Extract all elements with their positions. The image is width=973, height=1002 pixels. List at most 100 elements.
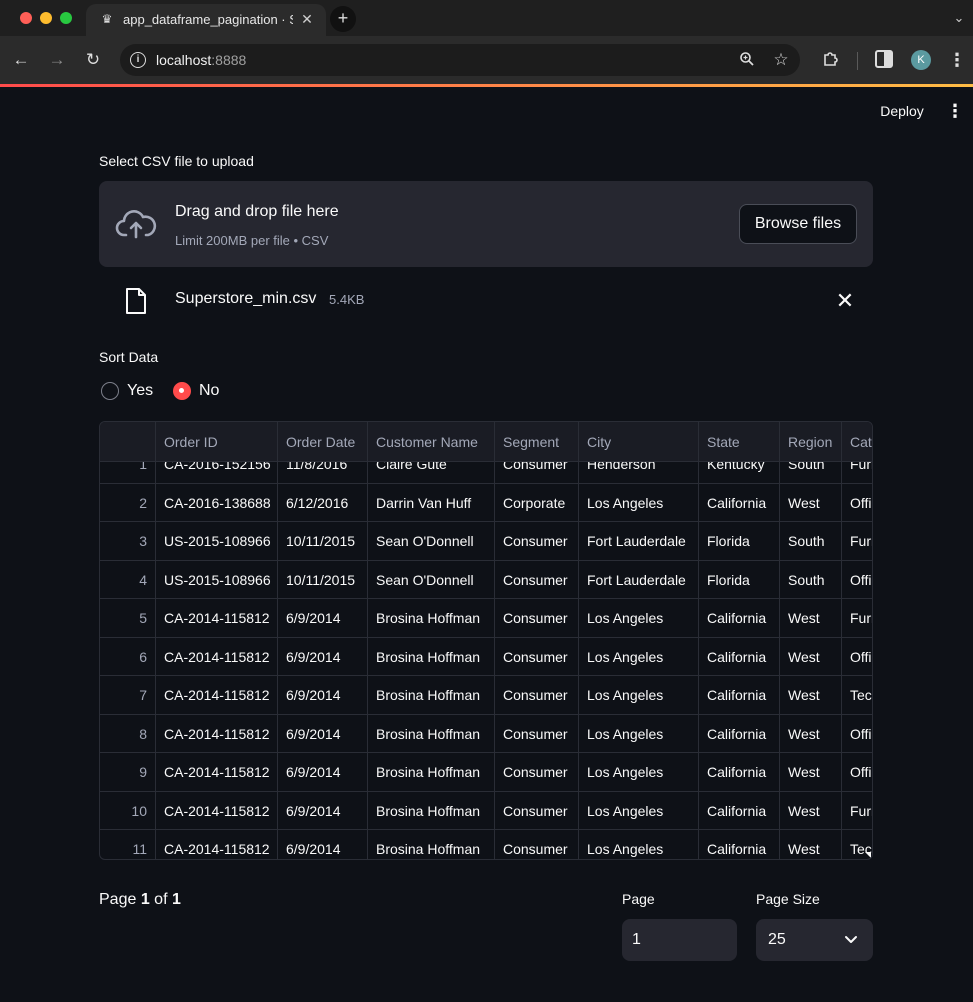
table-cell[interactable]: 6/9/2014 (278, 753, 368, 791)
page-size-select[interactable]: 25 (756, 919, 873, 961)
table-cell[interactable]: Fort Lauderdale (579, 522, 699, 560)
table-cell[interactable]: CA-2014-115812 (156, 753, 278, 791)
chevron-down-icon[interactable]: ⌄ (950, 9, 968, 27)
table-row[interactable]: 1 CA-2016-152156 11/8/2016 Claire Gute Consu… (100, 462, 872, 484)
column-header[interactable]: Order ID (156, 422, 278, 462)
row-index[interactable]: 8 (100, 714, 156, 753)
table-cell[interactable]: 6/9/2014 (278, 599, 368, 637)
remove-file-icon[interactable]: ✕ (833, 289, 857, 313)
column-header[interactable]: Segment (495, 422, 579, 462)
table-row[interactable]: 4 US-2015-108966 10/11/2015 Sean O'Donnell C… (100, 560, 872, 599)
table-cell[interactable]: US-2015-108966 (156, 560, 278, 599)
table-cell[interactable]: Consumer (495, 522, 579, 560)
table-cell[interactable]: Fort Lauderdale (579, 560, 699, 599)
table-cell[interactable]: 6/9/2014 (278, 714, 368, 753)
table-cell[interactable]: CA-2014-115812 (156, 791, 278, 830)
table-cell[interactable]: West (780, 637, 842, 676)
table-cell[interactable]: CA-2014-115812 (156, 830, 278, 859)
table-cell[interactable]: CA-2014-115812 (156, 714, 278, 753)
window-minimize-button[interactable] (40, 12, 52, 24)
table-cell[interactable]: Brosina Hoffman (368, 637, 495, 676)
table-cell[interactable]: Sean O'Donnell (368, 560, 495, 599)
file-dropzone[interactable]: Drag and drop file here Limit 200MB per … (99, 181, 873, 267)
table-cell[interactable]: Claire Gute (368, 462, 495, 483)
row-index[interactable]: 5 (100, 599, 156, 637)
table-cell[interactable]: Darrin Van Huff (368, 483, 495, 522)
table-cell[interactable]: Los Angeles (579, 714, 699, 753)
table-cell[interactable]: Corporate (495, 483, 579, 522)
table-row[interactable]: 8 CA-2014-115812 6/9/2014 Brosina Hoffman Co… (100, 714, 872, 753)
table-cell[interactable]: 6/9/2014 (278, 830, 368, 859)
table-cell[interactable]: CA-2016-138688 (156, 483, 278, 522)
table-cell[interactable]: 6/12/2016 (278, 483, 368, 522)
column-header[interactable]: Category (842, 422, 872, 462)
table-cell[interactable]: Furniture (842, 462, 872, 483)
table-cell[interactable]: Furniture (842, 599, 872, 637)
browser-tab[interactable]: ♛ app_dataframe_pagination · Streamlit ✕ (86, 4, 326, 36)
table-cell[interactable]: Office Supplies (842, 561, 872, 599)
menu-icon[interactable]: ⋮ (948, 49, 966, 71)
table-cell[interactable]: Sean O'Donnell (368, 522, 495, 560)
table-cell[interactable]: Los Angeles (579, 599, 699, 637)
avatar[interactable]: K (911, 50, 931, 70)
row-index[interactable]: 2 (100, 483, 156, 522)
table-cell[interactable]: Consumer (495, 676, 579, 714)
table-cell[interactable]: California (699, 791, 780, 830)
table-cell[interactable]: Consumer (495, 462, 579, 483)
table-cell[interactable]: 11/8/2016 (278, 462, 368, 483)
table-cell[interactable]: Consumer (495, 753, 579, 791)
table-cell[interactable]: South (780, 462, 842, 483)
column-header[interactable]: Order Date (278, 422, 368, 462)
row-index[interactable]: 6 (100, 637, 156, 676)
table-cell[interactable]: Florida (699, 560, 780, 599)
table-cell[interactable]: Consumer (495, 637, 579, 676)
row-index[interactable]: 3 (100, 522, 156, 560)
column-header[interactable]: Region (780, 422, 842, 462)
table-cell[interactable]: Office Supplies (842, 715, 872, 753)
radio-yes[interactable]: Yes (101, 381, 161, 401)
table-cell[interactable]: Brosina Hoffman (368, 753, 495, 791)
table-cell[interactable]: West (780, 714, 842, 753)
table-cell[interactable]: California (699, 637, 780, 676)
table-cell[interactable]: Brosina Hoffman (368, 714, 495, 753)
table-cell[interactable]: California (699, 714, 780, 753)
table-body[interactable]: 1 CA-2016-152156 11/8/2016 Claire Gute Consu… (100, 462, 872, 859)
window-close-button[interactable] (20, 12, 32, 24)
row-index[interactable]: 1 (100, 462, 156, 483)
forward-icon[interactable]: → (46, 49, 68, 71)
table-cell[interactable]: Los Angeles (579, 830, 699, 859)
table-cell[interactable]: Los Angeles (579, 753, 699, 791)
table-cell[interactable]: Consumer (495, 791, 579, 830)
table-cell[interactable]: West (780, 753, 842, 791)
table-row[interactable]: 9 CA-2014-115812 6/9/2014 Brosina Hoffman Co… (100, 753, 872, 792)
table-row[interactable]: 3 US-2015-108966 10/11/2015 Sean O'Donnell C… (100, 522, 872, 561)
table-cell[interactable]: California (699, 830, 780, 859)
browse-files-button[interactable]: Browse files (739, 204, 857, 244)
table-row[interactable]: 6 CA-2014-115812 6/9/2014 Brosina Hoffman Co… (100, 637, 872, 676)
table-cell[interactable]: Furniture (842, 792, 872, 830)
table-cell[interactable]: California (699, 599, 780, 637)
table-cell[interactable]: 6/9/2014 (278, 637, 368, 676)
table-cell[interactable]: Brosina Hoffman (368, 830, 495, 859)
table-cell[interactable]: CA-2014-115812 (156, 599, 278, 637)
address-bar[interactable]: i localhost:8888 ☆ (120, 44, 800, 76)
table-cell[interactable]: CA-2014-115812 (156, 676, 278, 714)
table-cell[interactable]: Brosina Hoffman (368, 599, 495, 637)
table-cell[interactable]: Consumer (495, 599, 579, 637)
table-cell[interactable]: CA-2014-115812 (156, 637, 278, 676)
reload-icon[interactable]: ↻ (82, 49, 104, 71)
row-index[interactable]: 9 (100, 753, 156, 791)
dataframe[interactable]: Order ID Order Date Customer Name Segment Ci… (99, 421, 873, 860)
column-header[interactable]: Customer Name (368, 422, 495, 462)
row-index[interactable]: 7 (100, 676, 156, 714)
close-icon[interactable]: ✕ (298, 10, 316, 28)
table-row[interactable]: 7 CA-2014-115812 6/9/2014 Brosina Hoffman Co… (100, 676, 872, 715)
table-cell[interactable]: Office Supplies (842, 638, 872, 676)
table-cell[interactable]: 10/11/2015 (278, 522, 368, 560)
row-index[interactable]: 11 (100, 830, 156, 859)
table-cell[interactable]: California (699, 483, 780, 522)
table-cell[interactable]: 6/9/2014 (278, 676, 368, 714)
main-menu-icon[interactable]: ⋮ (945, 99, 965, 123)
table-cell[interactable]: US-2015-108966 (156, 522, 278, 560)
radio-no[interactable]: No (173, 381, 233, 401)
